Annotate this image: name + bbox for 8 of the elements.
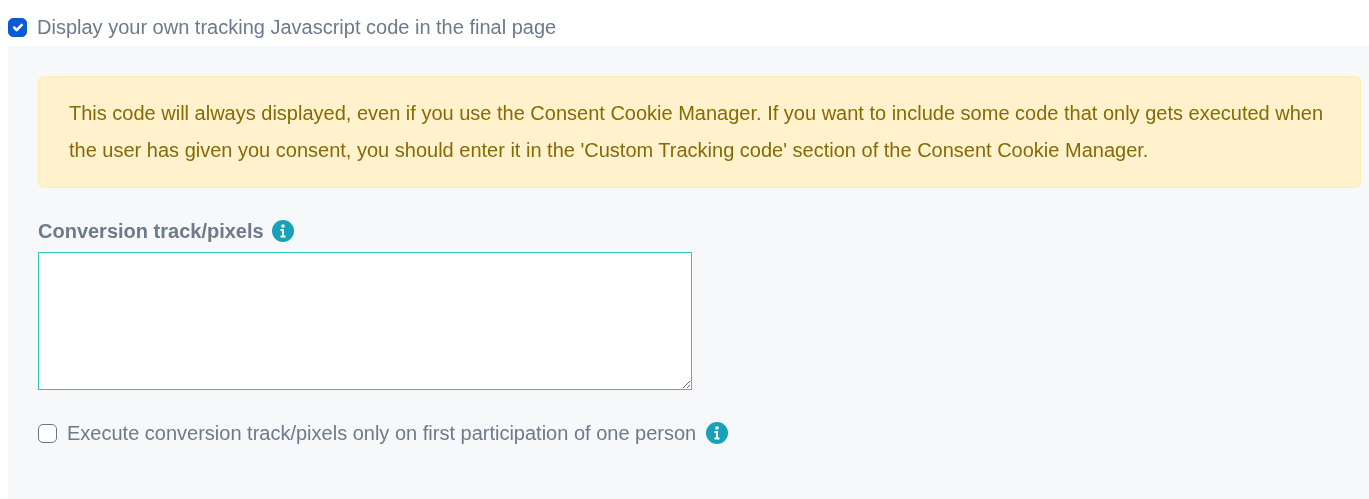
field-label: Conversion track/pixels xyxy=(38,219,264,244)
checkbox[interactable] xyxy=(8,17,27,37)
info-icon[interactable] xyxy=(271,220,294,242)
checkbox[interactable] xyxy=(38,423,57,443)
checkbox-label: Display your own tracking Javascript code in the final page xyxy=(37,15,557,40)
warning-alert: This code will always displayed, even if you use the Consent Cookie Manager. If you want to include some code that only gets executed when the user has given you consent, you should enter it in the 'Custom Tracking code' section of the Consent Cookie Manager. xyxy=(38,76,1361,188)
info-icon[interactable] xyxy=(706,422,729,444)
checkbox-label: Execute conversion track/pixels only on first participation of one person xyxy=(67,421,697,446)
